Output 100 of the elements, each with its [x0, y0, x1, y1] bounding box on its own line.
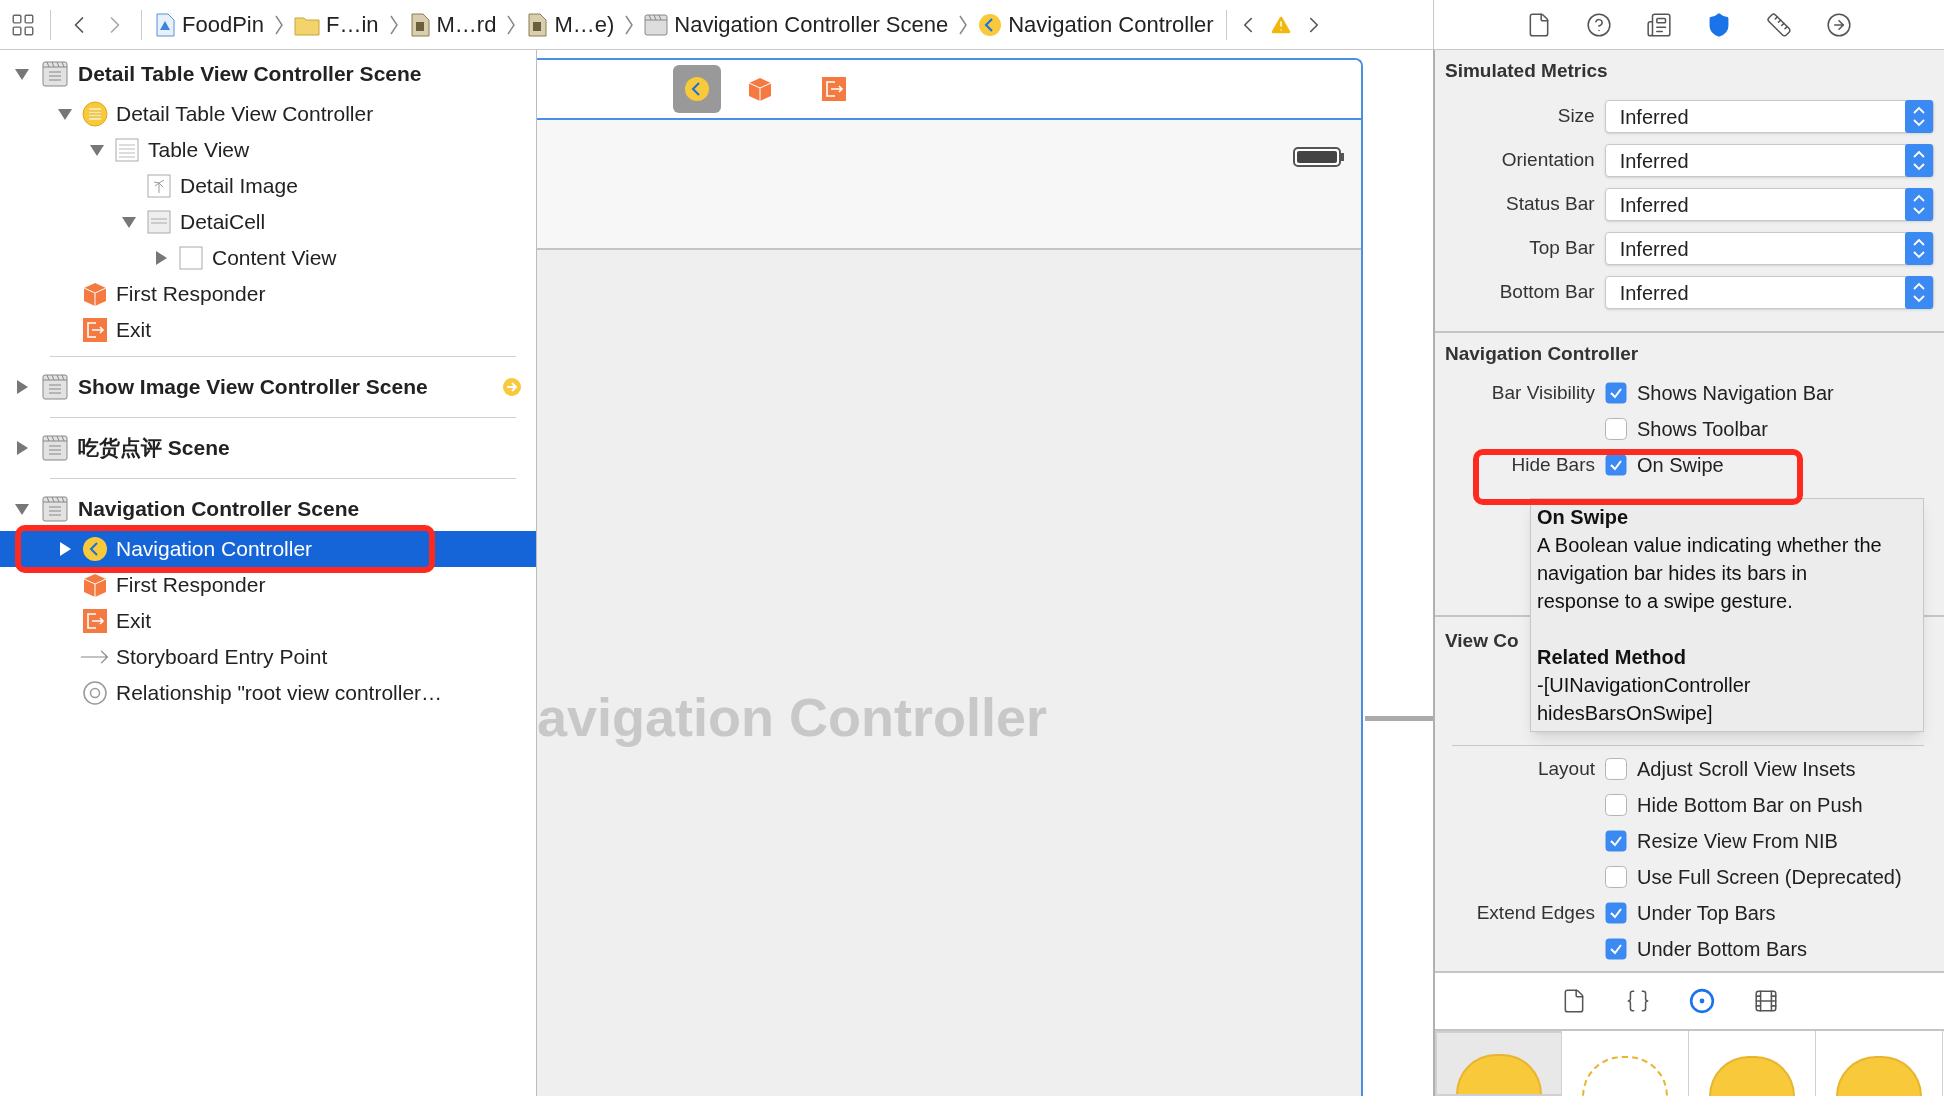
scene-title: 吃货点评 Scene — [78, 435, 230, 462]
checkbox-label: Hide Bottom Bar on Push — [1637, 793, 1863, 818]
back-chevron-circle-icon — [82, 536, 108, 562]
scene-row[interactable]: Detail Table View Controller Scene — [0, 52, 536, 96]
select-field[interactable]: Inferred — [1604, 276, 1934, 309]
exit-icon — [821, 76, 847, 102]
battery-icon — [1293, 146, 1345, 168]
section-title: View Co — [1445, 629, 1519, 653]
field-label: Extend Edges — [1476, 900, 1595, 925]
scene-row[interactable]: 吃货点评 Scene — [0, 426, 536, 470]
disclosure-triangle-icon[interactable] — [14, 501, 30, 517]
arrow-circle-icon[interactable] — [1826, 11, 1852, 38]
outline-row[interactable]: Relationship "root view controller… — [0, 675, 536, 711]
checkbox[interactable] — [1605, 454, 1627, 476]
stepper-icon — [1905, 276, 1933, 309]
scene-title: Show Image View Controller Scene — [78, 374, 428, 401]
scene-icon — [42, 435, 68, 461]
disclosure-triangle-icon[interactable] — [153, 250, 169, 266]
checkbox[interactable] — [1605, 794, 1627, 816]
cube-icon — [747, 76, 773, 102]
scene-row[interactable]: Navigation Controller Scene — [0, 487, 536, 531]
back-chevron-circle-icon — [978, 12, 1003, 37]
outline-row[interactable]: Table View — [0, 132, 536, 168]
circle-dot-icon[interactable] — [1688, 988, 1715, 1014]
disclosure-triangle-icon[interactable] — [121, 214, 137, 230]
checkbox[interactable] — [1605, 938, 1627, 960]
outline-row[interactable]: Detail Table View Controller — [0, 96, 536, 132]
field-label: Orientation — [1501, 148, 1595, 173]
outline-label: Detail Image — [180, 173, 298, 200]
scene-row[interactable]: Show Image View Controller Scene — [0, 365, 536, 409]
field-label: Bar Visibility — [1491, 380, 1595, 405]
document-icon — [408, 12, 431, 37]
tooltip-description: A Boolean value indicating whether the navigation bar hides its bars in response to a swipe gesture. — [1537, 533, 1883, 614]
scene-icon — [42, 61, 68, 87]
checkbox[interactable] — [1605, 830, 1627, 852]
table-icon — [114, 137, 140, 163]
ring-icon — [82, 680, 108, 706]
stepper-icon — [1905, 188, 1933, 221]
field-label: Hide Bars — [1511, 452, 1595, 477]
field-label: Layout — [1537, 756, 1595, 781]
select-field[interactable]: Inferred — [1604, 100, 1934, 133]
outline-row[interactable]: Detail Image — [0, 168, 536, 204]
disclosure-triangle-icon[interactable] — [14, 440, 30, 456]
breadcrumb-chevron-icon — [388, 13, 399, 36]
checkbox-label: Adjust Scroll View Insets — [1637, 757, 1856, 782]
outline-row[interactable]: First Responder — [0, 276, 536, 312]
outline-row[interactable]: Content View — [0, 240, 536, 276]
checkbox-label: Shows Toolbar — [1637, 417, 1768, 442]
project-file-icon — [154, 12, 176, 37]
checkbox[interactable] — [1605, 902, 1627, 924]
library-tile[interactable] — [1435, 1031, 1562, 1096]
outline-label: Table View — [148, 137, 250, 164]
outline-row[interactable]: Exit — [0, 312, 536, 348]
field-label: Status Bar — [1505, 192, 1595, 217]
select-field[interactable]: Inferred — [1604, 188, 1934, 221]
tooltip-heading: Related Method — [1537, 645, 1687, 670]
checkbox-label: Shows Navigation Bar — [1637, 381, 1834, 406]
outline-label: Navigation Controller — [116, 536, 313, 563]
breadcrumb-item[interactable]: Navigation Controller Scene — [644, 8, 949, 41]
disclosure-triangle-icon[interactable] — [57, 541, 73, 557]
help-icon[interactable] — [1586, 11, 1612, 38]
select-field[interactable]: Inferred — [1604, 232, 1934, 265]
breadcrumb-item[interactable]: Navigation Controller — [978, 8, 1214, 41]
ruler-icon[interactable] — [1766, 11, 1792, 38]
outline-row[interactable]: Storyboard Entry Point — [0, 639, 536, 675]
library-object-icon — [1582, 1056, 1668, 1096]
outline-row[interactable]: DetaiCell — [0, 204, 536, 240]
section-title: Simulated Metrics — [1445, 58, 1609, 83]
outline-label: Relationship "root view controller… — [116, 680, 443, 707]
breadcrumb-chevron-icon — [624, 13, 635, 36]
breadcrumb-item[interactable]: FoodPin — [154, 8, 264, 41]
outline-label: Storyboard Entry Point — [116, 644, 328, 671]
disclosure-triangle-icon[interactable] — [14, 66, 30, 82]
checkbox-label: Resize View From NIB — [1637, 829, 1838, 854]
checkbox[interactable] — [1605, 866, 1627, 888]
field-label: Top Bar — [1529, 236, 1595, 261]
checkbox-label: On Swipe — [1637, 453, 1724, 478]
select-field[interactable]: Inferred — [1604, 144, 1934, 177]
scene-icon — [42, 374, 68, 400]
stepper-icon — [1905, 232, 1933, 265]
checkbox[interactable] — [1605, 418, 1627, 440]
outline-label: First Responder — [116, 281, 266, 308]
checkbox[interactable] — [1605, 382, 1627, 404]
checkbox[interactable] — [1605, 758, 1627, 780]
scene-icon — [42, 496, 68, 522]
disclosure-triangle-icon[interactable] — [14, 379, 30, 395]
outline-row[interactable]: First Responder — [0, 567, 536, 603]
disclosure-triangle-icon[interactable] — [57, 106, 73, 122]
breadcrumb-item[interactable]: M…rd — [408, 8, 497, 41]
breadcrumb-chevron-icon — [273, 13, 284, 36]
breadcrumb-item[interactable]: M…e) — [526, 8, 615, 41]
breadcrumb-item[interactable]: F…in — [293, 8, 379, 41]
outline-label: DetaiCell — [180, 209, 266, 236]
disclosure-triangle-icon[interactable] — [89, 142, 105, 158]
outline-row[interactable]: Exit — [0, 603, 536, 639]
field-label: Bottom Bar — [1499, 280, 1595, 305]
outline-label: First Responder — [116, 572, 266, 599]
film-icon[interactable] — [1752, 988, 1779, 1014]
outline-row[interactable]: Navigation Controller — [0, 531, 536, 567]
newspaper-icon[interactable] — [1646, 11, 1672, 38]
